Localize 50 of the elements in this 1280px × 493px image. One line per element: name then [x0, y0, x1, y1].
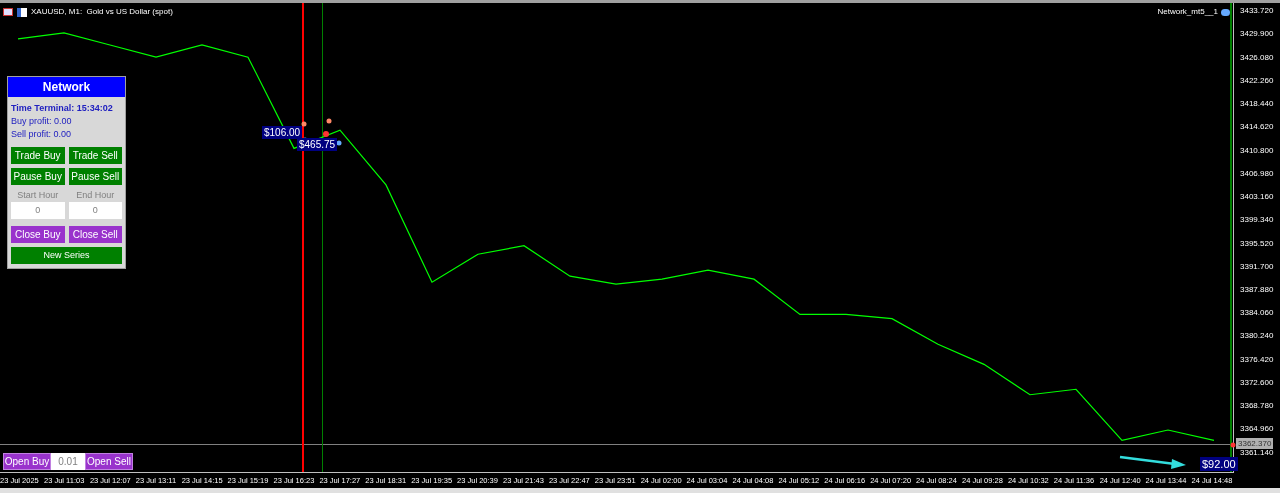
- trade-label: $92.00: [1200, 457, 1238, 471]
- close-button[interactable]: Close Buy: [11, 226, 65, 243]
- price-tick-label: 3403.160: [1240, 192, 1274, 202]
- price-tick-label: 3376.420: [1240, 354, 1274, 364]
- price-tick-label: 3422.260: [1240, 75, 1274, 85]
- field-label: Start Hour: [17, 189, 59, 201]
- price-tick-label: 3418.440: [1240, 99, 1274, 109]
- price-tick-label: 3391.700: [1240, 261, 1274, 271]
- open-sell-button[interactable]: Open Sell: [85, 453, 133, 470]
- price-tick-label: 3364.960: [1240, 424, 1274, 434]
- lot-size-field[interactable]: 0.01: [51, 453, 85, 470]
- current-price-label: 3362.370: [1236, 438, 1274, 449]
- new-series-button[interactable]: New Series: [11, 247, 122, 264]
- arrow-drawing: [1119, 455, 1186, 469]
- input-field[interactable]: 0: [68, 202, 122, 219]
- panel-title: Network: [8, 77, 125, 97]
- price-tick-label: 3410.800: [1240, 145, 1274, 155]
- window-title: XAUUSD, M1: Gold vs US Dollar (spot): [31, 6, 173, 18]
- price-tick-label: 3387.880: [1240, 285, 1274, 294]
- close-button[interactable]: Close Sell: [68, 226, 122, 243]
- trade-marker-icon: [323, 131, 329, 137]
- time-terminal-text: Time Terminal: 15:34:02: [11, 102, 114, 114]
- price-tick-label: 3361.140: [1240, 447, 1274, 457]
- price-tick-label: 3433.720: [1240, 6, 1274, 16]
- price-tick-label: 3429.900: [1240, 29, 1274, 39]
- price-tick-label: 3406.980: [1240, 168, 1274, 178]
- trade-marker-icon: [326, 118, 332, 124]
- panel-button[interactable]: Pause Sell: [68, 168, 122, 185]
- panel-button[interactable]: Pause Buy: [11, 168, 65, 185]
- field-label: End Hour: [76, 189, 115, 201]
- sell-profit-text: Sell profit: 0.00: [11, 129, 73, 140]
- trade-label: $106.00: [262, 126, 303, 139]
- panel-button[interactable]: Trade Sell: [68, 147, 122, 164]
- price-tick-label: 3414.620: [1240, 122, 1274, 132]
- price-tick-label: 3426.080: [1240, 52, 1274, 62]
- price-tick-label: 3368.780: [1240, 401, 1274, 411]
- price-tick-label: 3380.240: [1240, 331, 1274, 341]
- trade-label: $465.75: [297, 138, 338, 151]
- expert-label: Network_mt5__1: [1157, 6, 1218, 18]
- price-tick-label: 3372.600: [1240, 377, 1274, 387]
- open-buy-button[interactable]: Open Buy: [3, 453, 51, 470]
- price-tick-label: 3384.060: [1240, 308, 1274, 318]
- grid-icon[interactable]: [3, 8, 13, 16]
- panel-button[interactable]: Trade Buy: [11, 147, 65, 164]
- trade-marker-icon: [1230, 442, 1236, 448]
- trade-marker-icon: [301, 121, 307, 127]
- price-tick-label: 3395.520: [1240, 238, 1274, 248]
- price-tick-label: 3399.340: [1240, 215, 1274, 225]
- input-field[interactable]: 0: [11, 202, 65, 219]
- buy-profit-text: Buy profit: 0.00: [11, 116, 73, 127]
